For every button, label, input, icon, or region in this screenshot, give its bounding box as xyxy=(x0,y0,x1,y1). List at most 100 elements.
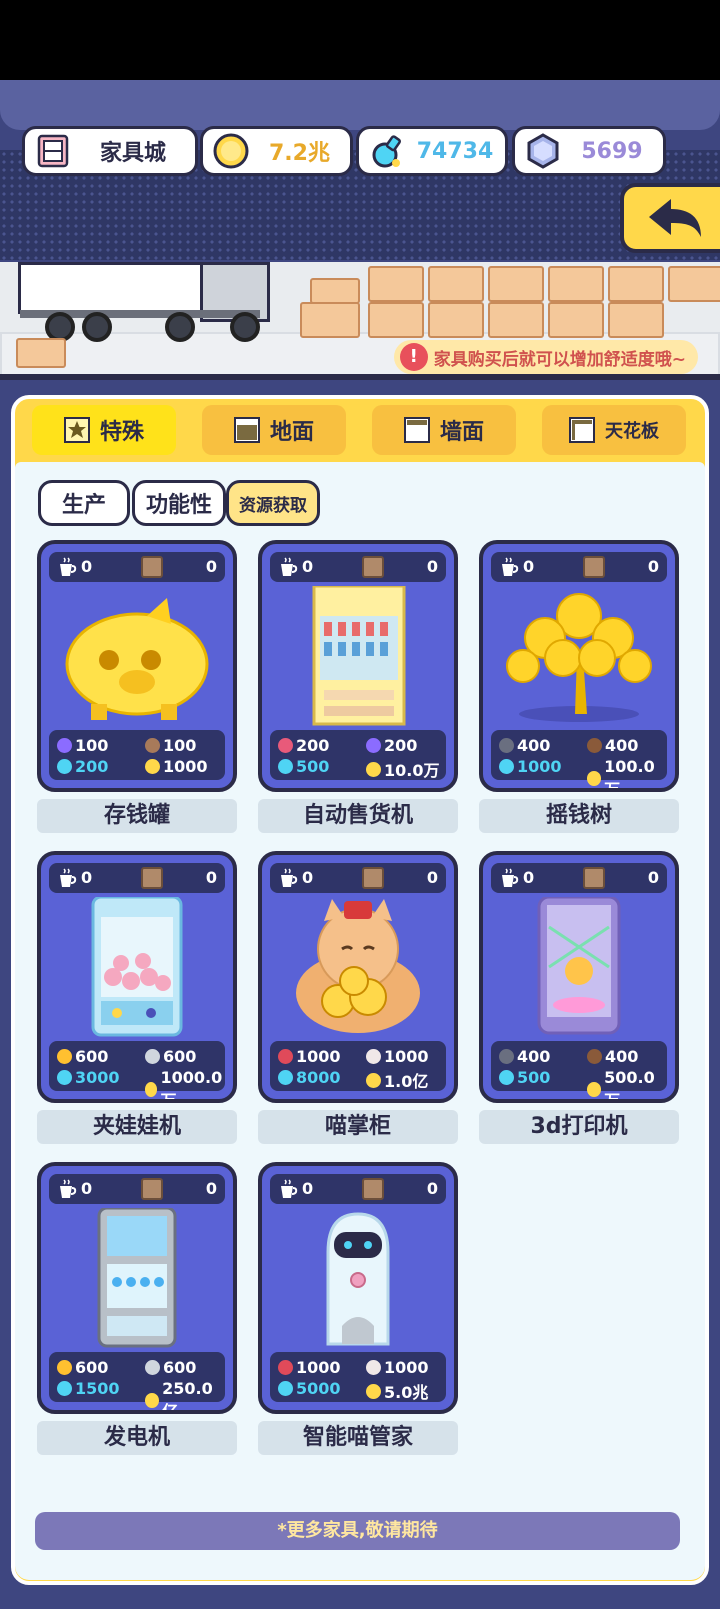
gold-coin-icon xyxy=(145,759,160,774)
furniture-card[interactable]: 0 0 400 400 500 500.0万 xyxy=(479,851,679,1103)
owned-count: 0 xyxy=(647,868,659,887)
generator-art xyxy=(97,1208,177,1348)
store-label: 家具城 xyxy=(99,141,166,166)
tip-banner: ! 家具购买后就可以增加舒适度哦~ xyxy=(393,340,698,374)
furniture-card[interactable]: 0 0 1000 1000 8000 1.0亿 xyxy=(258,851,458,1103)
cup-icon xyxy=(60,1179,77,1198)
furniture-name: 摇钱树 xyxy=(479,799,679,833)
cup-icon xyxy=(60,868,77,887)
cost-potion: 3000 xyxy=(75,1068,120,1087)
cost-material-b: 200 xyxy=(384,736,418,755)
material-a-icon xyxy=(278,738,293,753)
cost-material-b: 1000 xyxy=(384,1047,429,1066)
potion-amount: 74734 xyxy=(416,138,494,164)
cost-gold: 1000.0万 xyxy=(160,1068,223,1103)
back-arrow-icon xyxy=(649,199,701,237)
gold-coin-icon xyxy=(145,1393,160,1408)
potion-icon xyxy=(57,759,72,774)
gold-amount: 7.2兆 xyxy=(269,141,330,166)
gem-pill[interactable]: 5699 xyxy=(512,126,666,176)
tab-wall[interactable]: 墙面 xyxy=(372,405,516,455)
cost-panel: 1000 1000 8000 1.0亿 xyxy=(270,1041,446,1091)
owned-count: 0 xyxy=(205,557,217,576)
star-icon xyxy=(63,417,90,443)
box-icon xyxy=(362,867,384,889)
cup-icon xyxy=(502,557,519,576)
material-b-icon xyxy=(145,738,160,753)
comfort-count: 0 xyxy=(81,557,93,576)
furniture-name: 夹娃娃机 xyxy=(37,1110,237,1144)
card-header: 00 xyxy=(491,552,667,582)
cup-icon xyxy=(281,557,298,576)
furniture-name: 自动售货机 xyxy=(258,799,458,833)
store-pill: 家具城 xyxy=(22,126,198,176)
furniture-card[interactable]: 0 0 600 600 1500 250.0亿 xyxy=(37,1162,237,1414)
claw-machine-art xyxy=(91,897,183,1037)
potion-icon xyxy=(278,759,293,774)
cost-panel: 400 400 1000 100.0万 xyxy=(491,730,667,788)
box-icon xyxy=(362,556,384,578)
gold-pill[interactable]: 7.2兆 xyxy=(200,126,353,176)
comfort-count: 0 xyxy=(302,1179,314,1198)
cost-panel: 600 600 3000 1000.0万 xyxy=(49,1041,225,1099)
furniture-card[interactable]: 0 0 400 400 1000 100.0万 xyxy=(479,540,679,792)
tab-special[interactable]: 特殊 xyxy=(32,405,176,455)
cost-material-a: 200 xyxy=(296,736,330,755)
tab-ceiling-label: 天花板 xyxy=(605,421,659,442)
owned-count: 0 xyxy=(426,1179,438,1198)
cost-material-a: 600 xyxy=(75,1358,109,1377)
furniture-card[interactable]: 0 0 200 200 500 10.0万 xyxy=(258,540,458,792)
cost-material-b: 1000 xyxy=(384,1358,429,1377)
store-icon xyxy=(37,134,69,168)
comfort-count: 0 xyxy=(302,557,314,576)
cost-material-a: 400 xyxy=(517,1047,551,1066)
furniture-card[interactable]: 0 0 100 100 200 1000 xyxy=(37,540,237,792)
subtab-functional[interactable]: 功能性 xyxy=(132,480,226,526)
cup-icon xyxy=(502,868,519,887)
owned-count: 0 xyxy=(205,1179,217,1198)
alert-icon: ! xyxy=(399,343,428,371)
cup-icon xyxy=(60,557,77,576)
material-a-icon xyxy=(278,1360,293,1375)
floor-icon xyxy=(233,417,260,443)
material-a-icon xyxy=(499,1049,514,1064)
furniture-name: 智能喵管家 xyxy=(258,1421,458,1455)
material-b-icon xyxy=(145,1360,160,1375)
comfort-count: 0 xyxy=(302,868,314,887)
material-a-icon xyxy=(57,1049,72,1064)
comfort-count: 0 xyxy=(81,1179,93,1198)
potion-icon xyxy=(499,1070,514,1085)
tab-special-label: 特殊 xyxy=(99,420,144,445)
furniture-card[interactable]: 0 0 1000 1000 5000 5.0兆 xyxy=(258,1162,458,1414)
material-a-icon xyxy=(57,1360,72,1375)
wall-icon xyxy=(403,417,430,443)
furniture-name: 存钱罐 xyxy=(37,799,237,833)
card-header: 00 xyxy=(49,1174,225,1204)
robot-butler-art xyxy=(326,1212,390,1346)
cost-gold: 1000 xyxy=(163,757,208,776)
piggy-bank-art xyxy=(65,598,209,720)
tab-ceiling[interactable]: 天花板 xyxy=(542,405,686,455)
cost-material-a: 600 xyxy=(75,1047,109,1066)
furniture-card[interactable]: 0 0 600 600 3000 1000.0万 xyxy=(37,851,237,1103)
gold-coin-icon xyxy=(366,1383,381,1399)
material-a-icon xyxy=(499,738,514,753)
furniture-name: 喵掌柜 xyxy=(258,1110,458,1144)
cost-material-b: 600 xyxy=(163,1358,197,1377)
money-tree-art xyxy=(506,593,652,722)
owned-count: 0 xyxy=(205,868,217,887)
tab-floor[interactable]: 地面 xyxy=(202,405,346,455)
subtab-resource[interactable]: 资源获取 xyxy=(226,480,320,526)
furniture-name: 3d打印机 xyxy=(479,1110,679,1144)
potion-pill[interactable]: 74734 xyxy=(356,126,508,176)
footer-note: *更多家具,敬请期待 xyxy=(35,1512,680,1550)
card-header: 00 xyxy=(49,863,225,893)
subtab-production[interactable]: 生产 xyxy=(38,480,130,526)
cost-potion: 8000 xyxy=(296,1068,341,1087)
material-b-icon xyxy=(366,1049,381,1064)
material-b-icon xyxy=(366,738,381,753)
material-b-icon xyxy=(587,1049,602,1064)
comfort-count: 0 xyxy=(523,557,535,576)
back-button[interactable] xyxy=(620,183,720,253)
cost-material-b: 400 xyxy=(605,1047,639,1066)
